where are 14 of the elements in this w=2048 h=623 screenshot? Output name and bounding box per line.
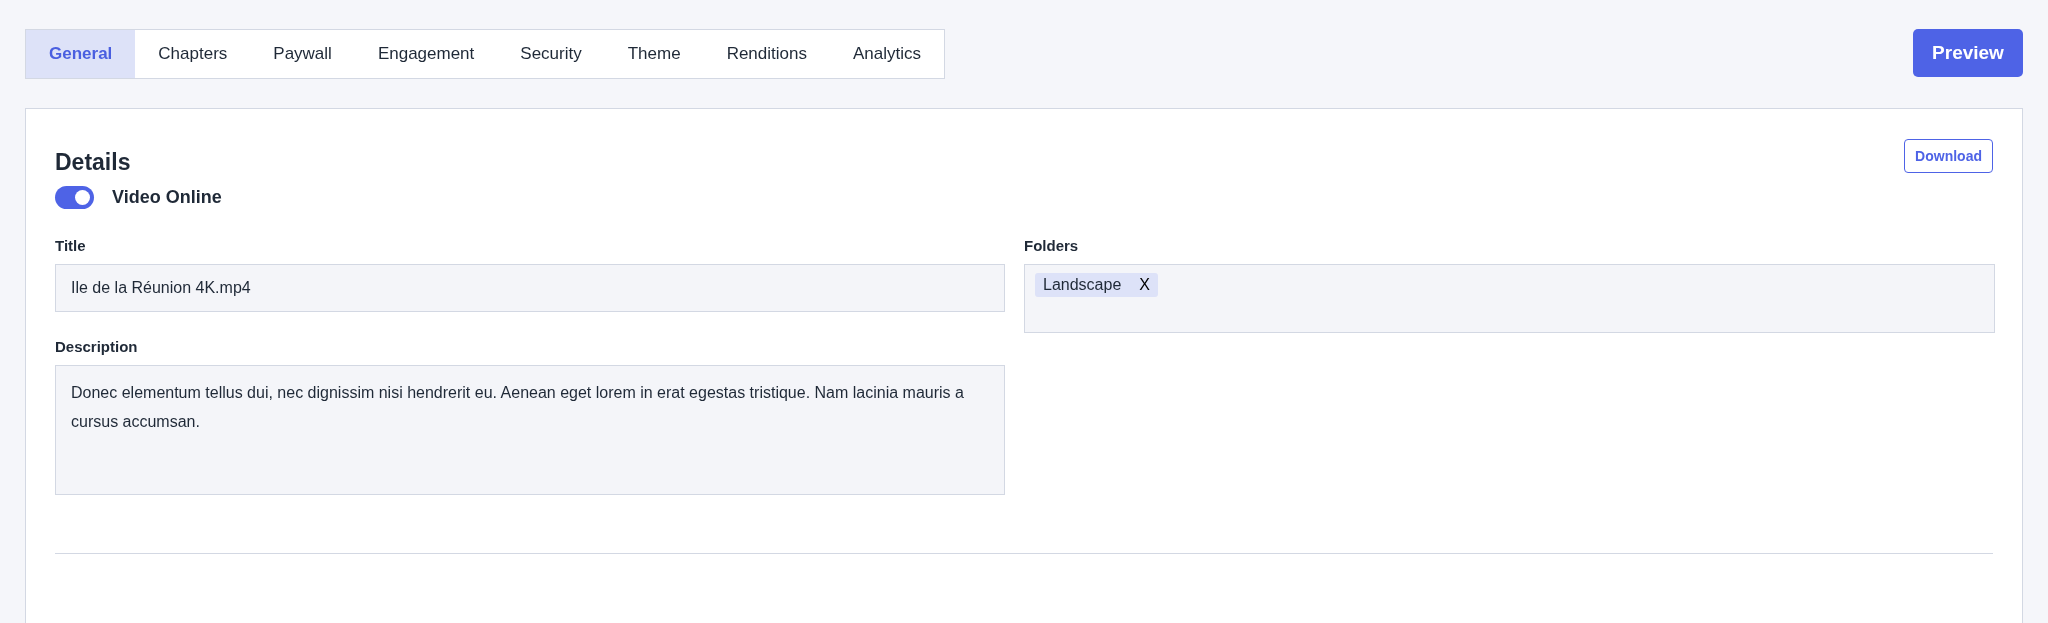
folders-field[interactable]: Landscape X xyxy=(1024,264,1995,333)
remove-tag-button[interactable]: X xyxy=(1139,276,1150,294)
preview-button[interactable]: Preview xyxy=(1913,29,2023,77)
field-label: Description xyxy=(55,338,139,355)
field-label: Title xyxy=(55,237,87,254)
title-field[interactable]: Ile de la Réunion 4K.mp4 xyxy=(55,264,1005,312)
download-button[interactable]: Download xyxy=(1904,139,1993,173)
toggle-label: Video Online xyxy=(112,187,222,208)
description-field[interactable]: Donec elementum tellus dui, nec dignissim nisi hendrerit eu. Aenean eget lorem in erat egestas tristique. Nam lacinia mauris a cursus accumsan. xyxy=(55,365,1005,495)
field-label: Folders xyxy=(1024,237,1080,254)
section-heading: Details xyxy=(55,148,131,176)
tab[interactable]: General xyxy=(26,30,136,78)
tag-label: Landscape xyxy=(1043,276,1122,294)
toggle-switch[interactable] xyxy=(55,186,94,209)
